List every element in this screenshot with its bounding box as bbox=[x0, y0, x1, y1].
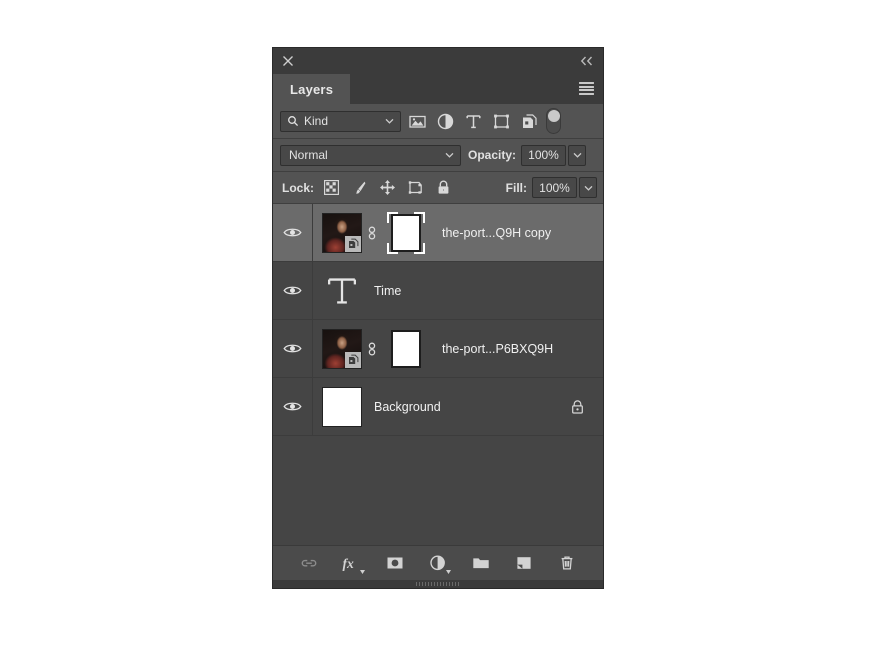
table-row[interactable]: the-port...Q9H copy bbox=[273, 204, 603, 262]
smart-object-icon bbox=[345, 351, 361, 368]
layer-mask-thumbnail[interactable] bbox=[382, 209, 430, 257]
tab-layers[interactable]: Layers bbox=[273, 74, 351, 104]
text-t-icon[interactable] bbox=[464, 112, 483, 131]
padlock-icon[interactable] bbox=[435, 179, 452, 196]
opacity-input[interactable]: 100% bbox=[521, 144, 567, 166]
opacity-value: 100% bbox=[528, 148, 559, 162]
opacity-label: Opacity: bbox=[468, 148, 517, 162]
mask-icon[interactable] bbox=[385, 553, 405, 573]
layer-name[interactable]: the-port...Q9H copy bbox=[442, 226, 551, 240]
layers-panel: Layers Kind Normal Opacity: 100% Lock: F… bbox=[273, 48, 603, 588]
panel-tab-bar: Layers bbox=[273, 74, 603, 104]
caret-down-icon bbox=[446, 570, 451, 574]
fill-input[interactable]: 100% bbox=[532, 177, 577, 198]
caret-down-icon bbox=[360, 570, 365, 574]
layer-name[interactable]: Background bbox=[374, 400, 441, 414]
new-layer-icon[interactable] bbox=[514, 553, 534, 573]
blend-mode-row: Normal Opacity: 100% bbox=[273, 139, 603, 172]
smart-object-icon[interactable] bbox=[520, 112, 539, 131]
tab-layers-label: Layers bbox=[290, 81, 334, 97]
panel-menu-icon[interactable] bbox=[579, 82, 594, 95]
close-icon[interactable] bbox=[281, 54, 295, 68]
chevron-down-icon bbox=[385, 118, 394, 124]
layer-thumbnail[interactable] bbox=[322, 212, 362, 253]
eye-icon bbox=[283, 284, 302, 297]
layer-visibility-toggle[interactable] bbox=[273, 378, 313, 435]
folder-icon[interactable] bbox=[471, 553, 491, 573]
svg-text:fx: fx bbox=[342, 556, 354, 571]
grip-lines-icon bbox=[416, 582, 460, 586]
trash-icon[interactable] bbox=[557, 553, 577, 573]
double-chevron-left-icon[interactable] bbox=[579, 54, 595, 68]
opacity-stepper[interactable] bbox=[568, 144, 587, 166]
shape-icon[interactable] bbox=[492, 112, 511, 131]
layer-thumbnail[interactable] bbox=[322, 328, 362, 369]
blend-mode-value: Normal bbox=[289, 148, 328, 162]
table-row[interactable]: Background bbox=[273, 378, 603, 436]
adjustment-circle-icon[interactable] bbox=[436, 112, 455, 131]
toggle-knob bbox=[547, 110, 560, 122]
filter-kind-label: Kind bbox=[304, 114, 329, 128]
layer-visibility-toggle[interactable] bbox=[273, 204, 313, 261]
search-icon bbox=[287, 115, 299, 127]
eye-icon bbox=[283, 342, 302, 355]
link-icon[interactable] bbox=[299, 553, 319, 573]
layer-thumbnail[interactable] bbox=[322, 386, 362, 427]
fill-stepper[interactable] bbox=[579, 177, 597, 198]
layer-name[interactable]: Time bbox=[374, 284, 401, 298]
chevron-down-icon bbox=[573, 152, 582, 158]
fx-icon[interactable]: fx bbox=[342, 553, 365, 574]
layer-mask-thumbnail[interactable] bbox=[382, 325, 430, 373]
layer-visibility-toggle[interactable] bbox=[273, 320, 313, 377]
brush-icon[interactable] bbox=[351, 179, 368, 196]
lock-buttons bbox=[323, 179, 452, 196]
layers-bottom-toolbar: fx bbox=[273, 545, 603, 580]
eye-icon bbox=[283, 400, 302, 413]
image-icon[interactable] bbox=[408, 112, 427, 131]
filter-type-buttons bbox=[408, 112, 539, 131]
table-row[interactable]: the-port...P6BXQ9H bbox=[273, 320, 603, 378]
adjustment-circle-icon[interactable] bbox=[428, 553, 451, 574]
panel-title-bar bbox=[273, 48, 603, 74]
panel-resize-grip[interactable] bbox=[273, 580, 603, 588]
link-icon[interactable] bbox=[366, 223, 378, 243]
text-t-icon[interactable] bbox=[322, 271, 362, 311]
move-arrows-icon[interactable] bbox=[379, 179, 396, 196]
artboard-icon[interactable] bbox=[407, 179, 424, 196]
chevron-down-icon bbox=[445, 152, 454, 158]
filter-kind-select[interactable]: Kind bbox=[280, 110, 401, 132]
layer-filter-row: Kind bbox=[273, 104, 603, 139]
chevron-down-icon bbox=[584, 185, 593, 191]
layer-visibility-toggle[interactable] bbox=[273, 262, 313, 319]
padlock-icon bbox=[570, 399, 585, 415]
filter-enable-toggle[interactable] bbox=[546, 108, 561, 134]
layer-list: the-port...Q9H copy Time the-port...P6BX… bbox=[273, 204, 603, 545]
link-icon[interactable] bbox=[366, 339, 378, 359]
eye-icon bbox=[283, 226, 302, 239]
blend-mode-select[interactable]: Normal bbox=[280, 144, 461, 166]
checkerboard-icon[interactable] bbox=[323, 179, 340, 196]
lock-label: Lock: bbox=[282, 180, 315, 195]
lock-row: Lock: Fill: 100% bbox=[273, 172, 603, 204]
fill-value: 100% bbox=[539, 180, 570, 195]
smart-object-icon bbox=[345, 235, 361, 252]
table-row[interactable]: Time bbox=[273, 262, 603, 320]
fill-label: Fill: bbox=[505, 180, 527, 195]
layer-name[interactable]: the-port...P6BXQ9H bbox=[442, 342, 553, 356]
